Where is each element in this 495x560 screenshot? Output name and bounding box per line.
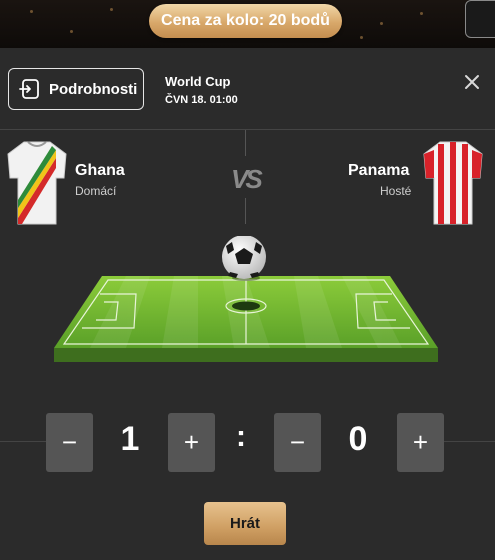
score-divider-right — [444, 441, 495, 442]
top-bar: Cena za kolo: 20 bodů — [0, 0, 495, 48]
center-line-bottom — [245, 198, 246, 224]
center-line-top — [245, 130, 246, 156]
close-icon[interactable] — [462, 72, 482, 92]
home-team-name: Ghana — [75, 162, 125, 179]
home-score-decrease-button[interactable]: − — [46, 413, 93, 472]
home-score-increase-button[interactable]: + — [168, 413, 215, 472]
event-time: ČVN 18. 01:00 — [165, 94, 238, 106]
home-team-role: Domácí — [75, 184, 117, 198]
score-divider-left — [0, 441, 46, 442]
versus-label: VS — [231, 164, 263, 194]
details-button-label: Podrobnosti — [49, 80, 138, 98]
soccer-ball-icon — [222, 236, 266, 279]
football-pitch — [54, 236, 438, 362]
away-team-role: Hosté — [380, 184, 412, 198]
home-score-value: 1 — [120, 420, 140, 458]
price-per-round-badge: Cena za kolo: 20 bodů — [149, 4, 342, 38]
away-score-value: 0 — [348, 420, 368, 458]
play-button[interactable]: Hrát — [204, 502, 286, 545]
menu-button[interactable] — [465, 0, 495, 38]
away-score-decrease-button[interactable]: − — [274, 413, 321, 472]
away-team-name: Panama — [348, 162, 410, 179]
home-jersey-icon — [7, 141, 67, 225]
details-icon — [19, 79, 39, 99]
details-button[interactable]: Podrobnosti — [8, 68, 144, 110]
event-name: World Cup — [165, 74, 231, 89]
away-jersey-icon — [423, 141, 483, 225]
header-divider — [0, 129, 495, 130]
away-score-increase-button[interactable]: + — [397, 413, 444, 472]
score-separator: : — [236, 420, 246, 453]
